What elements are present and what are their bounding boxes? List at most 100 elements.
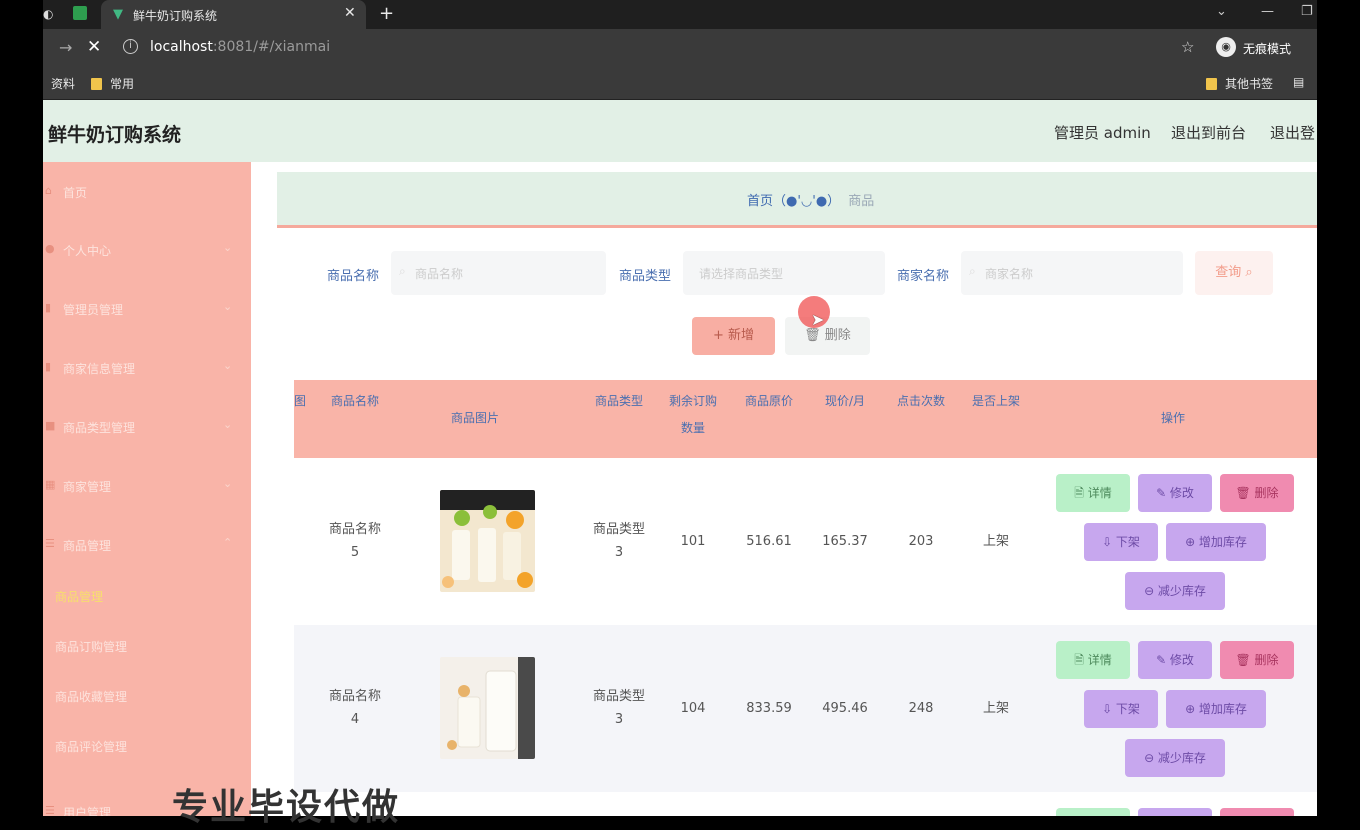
sidebar-item-profile[interactable]: ● 个人中心 ⌄ (43, 230, 251, 270)
sidebar-item-admins[interactable]: ▮ 管理员管理 ⌄ (43, 289, 251, 329)
sidebar-item-merchants[interactable]: ▦ 商家管理 ⌄ (43, 466, 251, 506)
overlay-watermark-text: 专业毕设代做 (172, 787, 401, 828)
url-path: :8081/#/xianmai (212, 39, 331, 55)
cell-clicks: 203 (908, 534, 934, 549)
detail-button[interactable]: 🗎 详情 (1056, 474, 1130, 512)
stop-loading-icon[interactable]: ✕ (87, 37, 101, 57)
bookmark-folder-other[interactable]: 其他书签 (1206, 75, 1273, 92)
logout-link[interactable]: 退出登 (1270, 122, 1315, 143)
cell-name-line2: 5 (350, 545, 360, 560)
bookmark-ziliao[interactable]: 资料 (51, 75, 75, 92)
vue-logo-icon: ▼ (113, 7, 123, 22)
delete-button-partial[interactable] (1220, 808, 1294, 816)
sidebar-item-shop-info[interactable]: ▮ 商家信息管理 ⌄ (43, 348, 251, 388)
tab-close-icon[interactable]: ✕ (344, 5, 356, 21)
add-stock-button[interactable]: ⊕ 增加库存 (1166, 690, 1266, 728)
search-shop-input[interactable]: ⌕ 商家名称 (961, 251, 1183, 295)
url-field[interactable]: localhost:8081/#/xianmai (150, 39, 330, 55)
delete-button[interactable]: 🗑 删除 (1220, 474, 1294, 512)
edit-button[interactable]: ✎ 修改 (1138, 474, 1212, 512)
user-icon: ● (45, 242, 55, 255)
folder-icon (1206, 78, 1217, 90)
sidebar-sub-favorites[interactable]: 商品收藏管理 (55, 688, 127, 705)
sidebar-item-label: 首页 (63, 186, 88, 200)
edit-button-partial[interactable] (1138, 808, 1212, 816)
column-header-clicks: 点击次数 (896, 394, 945, 408)
product-image[interactable] (440, 657, 535, 759)
sidebar-item-label: 商品类型管理 (63, 421, 136, 435)
column-header-type: 商品类型 (594, 394, 643, 408)
sidebar-item-categories[interactable]: ■ 商品类型管理 ⌄ (43, 407, 251, 447)
delete-button[interactable]: 🗑 删除 (1220, 641, 1294, 679)
app-title: 鲜牛奶订购系统 (48, 124, 182, 146)
search-shop-placeholder: 商家名称 (985, 267, 1034, 281)
search-shop-label: 商家名称 (897, 269, 950, 284)
sheet-tab-icon[interactable] (73, 6, 87, 20)
sidebar-sub-comments[interactable]: 商品评论管理 (55, 738, 127, 755)
minimize-icon[interactable]: — (1261, 4, 1274, 19)
cell-name-line1: 商品名称 (328, 689, 381, 704)
sidebar-item-goods[interactable]: ☰ 商品管理 ⌃ (43, 525, 251, 565)
chevron-down-icon: ⌄ (223, 300, 233, 313)
breadcrumb-home[interactable]: 首页（●'◡'●） (747, 194, 840, 209)
add-button[interactable]: + 新增 (692, 317, 775, 355)
reduce-stock-button[interactable]: ⊖ 减少库存 (1125, 572, 1225, 610)
maximize-icon[interactable]: ❐ (1301, 4, 1313, 19)
new-tab-icon[interactable]: + (379, 3, 394, 24)
admin-icon: ▮ (45, 301, 52, 314)
bookmark-folder-changyong[interactable]: 常用 (91, 75, 134, 92)
column-header-ops: 操作 (1160, 411, 1185, 425)
product-image[interactable] (440, 490, 535, 592)
bookmark-star-icon[interactable]: ☆ (1181, 38, 1194, 56)
mouse-cursor-icon: ➤ (811, 310, 825, 329)
goods-table: 图 商品名称 商品图片 商品类型 剩余订购 数量 商品原价 现价/月 点击次数 是… (294, 380, 1317, 816)
stock-header-line2: 数量 (680, 421, 705, 435)
edit-button[interactable]: ✎ 修改 (1138, 641, 1212, 679)
browser-tab-active[interactable]: ▼ 鲜牛奶订购系统 ✕ (101, 0, 366, 29)
search-type-label: 商品类型 (619, 269, 672, 284)
sidebar-item-label: 商家信息管理 (63, 362, 136, 376)
site-info-icon[interactable]: i (123, 39, 138, 54)
batch-delete-button[interactable]: 🗑 删除 (785, 317, 870, 355)
sidebar-sub-goods[interactable]: 商品管理 (55, 588, 103, 605)
cell-price: 833.59 (746, 701, 792, 716)
table-row: 商品名称 5 商品类型 3 101 516.61 165.37 203 上架 🗎… (294, 458, 1317, 625)
cell-on-shelf: 上架 (982, 701, 1009, 716)
cell-name-line1: 商品名称 (328, 522, 381, 537)
screen-border-right (1317, 0, 1360, 816)
home-icon: ⌂ (45, 184, 52, 197)
sidebar-item-label: 个人中心 (63, 244, 112, 258)
detail-button[interactable]: 🗎 详情 (1056, 641, 1130, 679)
search-name-input[interactable]: ⌕ 商品名称 (391, 251, 606, 295)
app-header: 鲜牛奶订购系统 管理员 admin 退出到前台 退出登 (43, 100, 1317, 162)
column-header-cut: 图 (294, 394, 307, 408)
search-icon: ⌕ (969, 264, 976, 278)
reading-list-icon[interactable]: ▤ (1293, 75, 1304, 89)
off-shelf-button[interactable]: ⇩ 下架 (1084, 690, 1158, 728)
chevron-down-icon: ⌄ (223, 241, 233, 254)
reduce-stock-button[interactable]: ⊖ 减少库存 (1125, 739, 1225, 777)
sidebar: ⌂ 首页 ● 个人中心 ⌄ ▮ 管理员管理 ⌄ ▮ 商家信息管理 ⌄ ■ 商品类… (43, 162, 251, 816)
search-type-select[interactable]: 请选择商品类型 (683, 251, 885, 295)
tab-search-chevron-icon[interactable]: ⌄ (1216, 4, 1227, 19)
incognito-label: 无痕模式 (1243, 42, 1292, 56)
column-header-image: 商品图片 (450, 411, 499, 425)
sidebar-item-home[interactable]: ⌂ 首页 (43, 172, 251, 212)
query-button[interactable]: 查询 ⌕ (1195, 251, 1273, 295)
sidebar-sub-orders[interactable]: 商品订购管理 (55, 638, 127, 655)
off-shelf-button[interactable]: ⇩ 下架 (1084, 523, 1158, 561)
bookmark-label: 其他书签 (1225, 77, 1274, 91)
detail-button-partial[interactable] (1056, 808, 1130, 816)
incognito-icon[interactable]: ◉ (1216, 37, 1236, 57)
cell-type-line1: 商品类型 (592, 689, 645, 704)
tab-favicon-icon[interactable]: ◐ (43, 7, 53, 21)
bookmark-label: 常用 (110, 77, 135, 91)
forward-arrow-icon[interactable]: → (59, 38, 72, 57)
exit-to-front-link[interactable]: 退出到前台 (1171, 122, 1246, 143)
add-stock-button[interactable]: ⊕ 增加库存 (1166, 523, 1266, 561)
column-header-on-shelf: 是否上架 (971, 394, 1020, 408)
cell-clicks: 248 (908, 701, 934, 716)
column-header-stock: 剩余订购 数量 (660, 388, 726, 442)
current-user: 管理员 admin (1054, 124, 1151, 142)
address-bar: → ✕ i localhost:8081/#/xianmai ☆ ◉ 无痕模式 (43, 29, 1317, 67)
